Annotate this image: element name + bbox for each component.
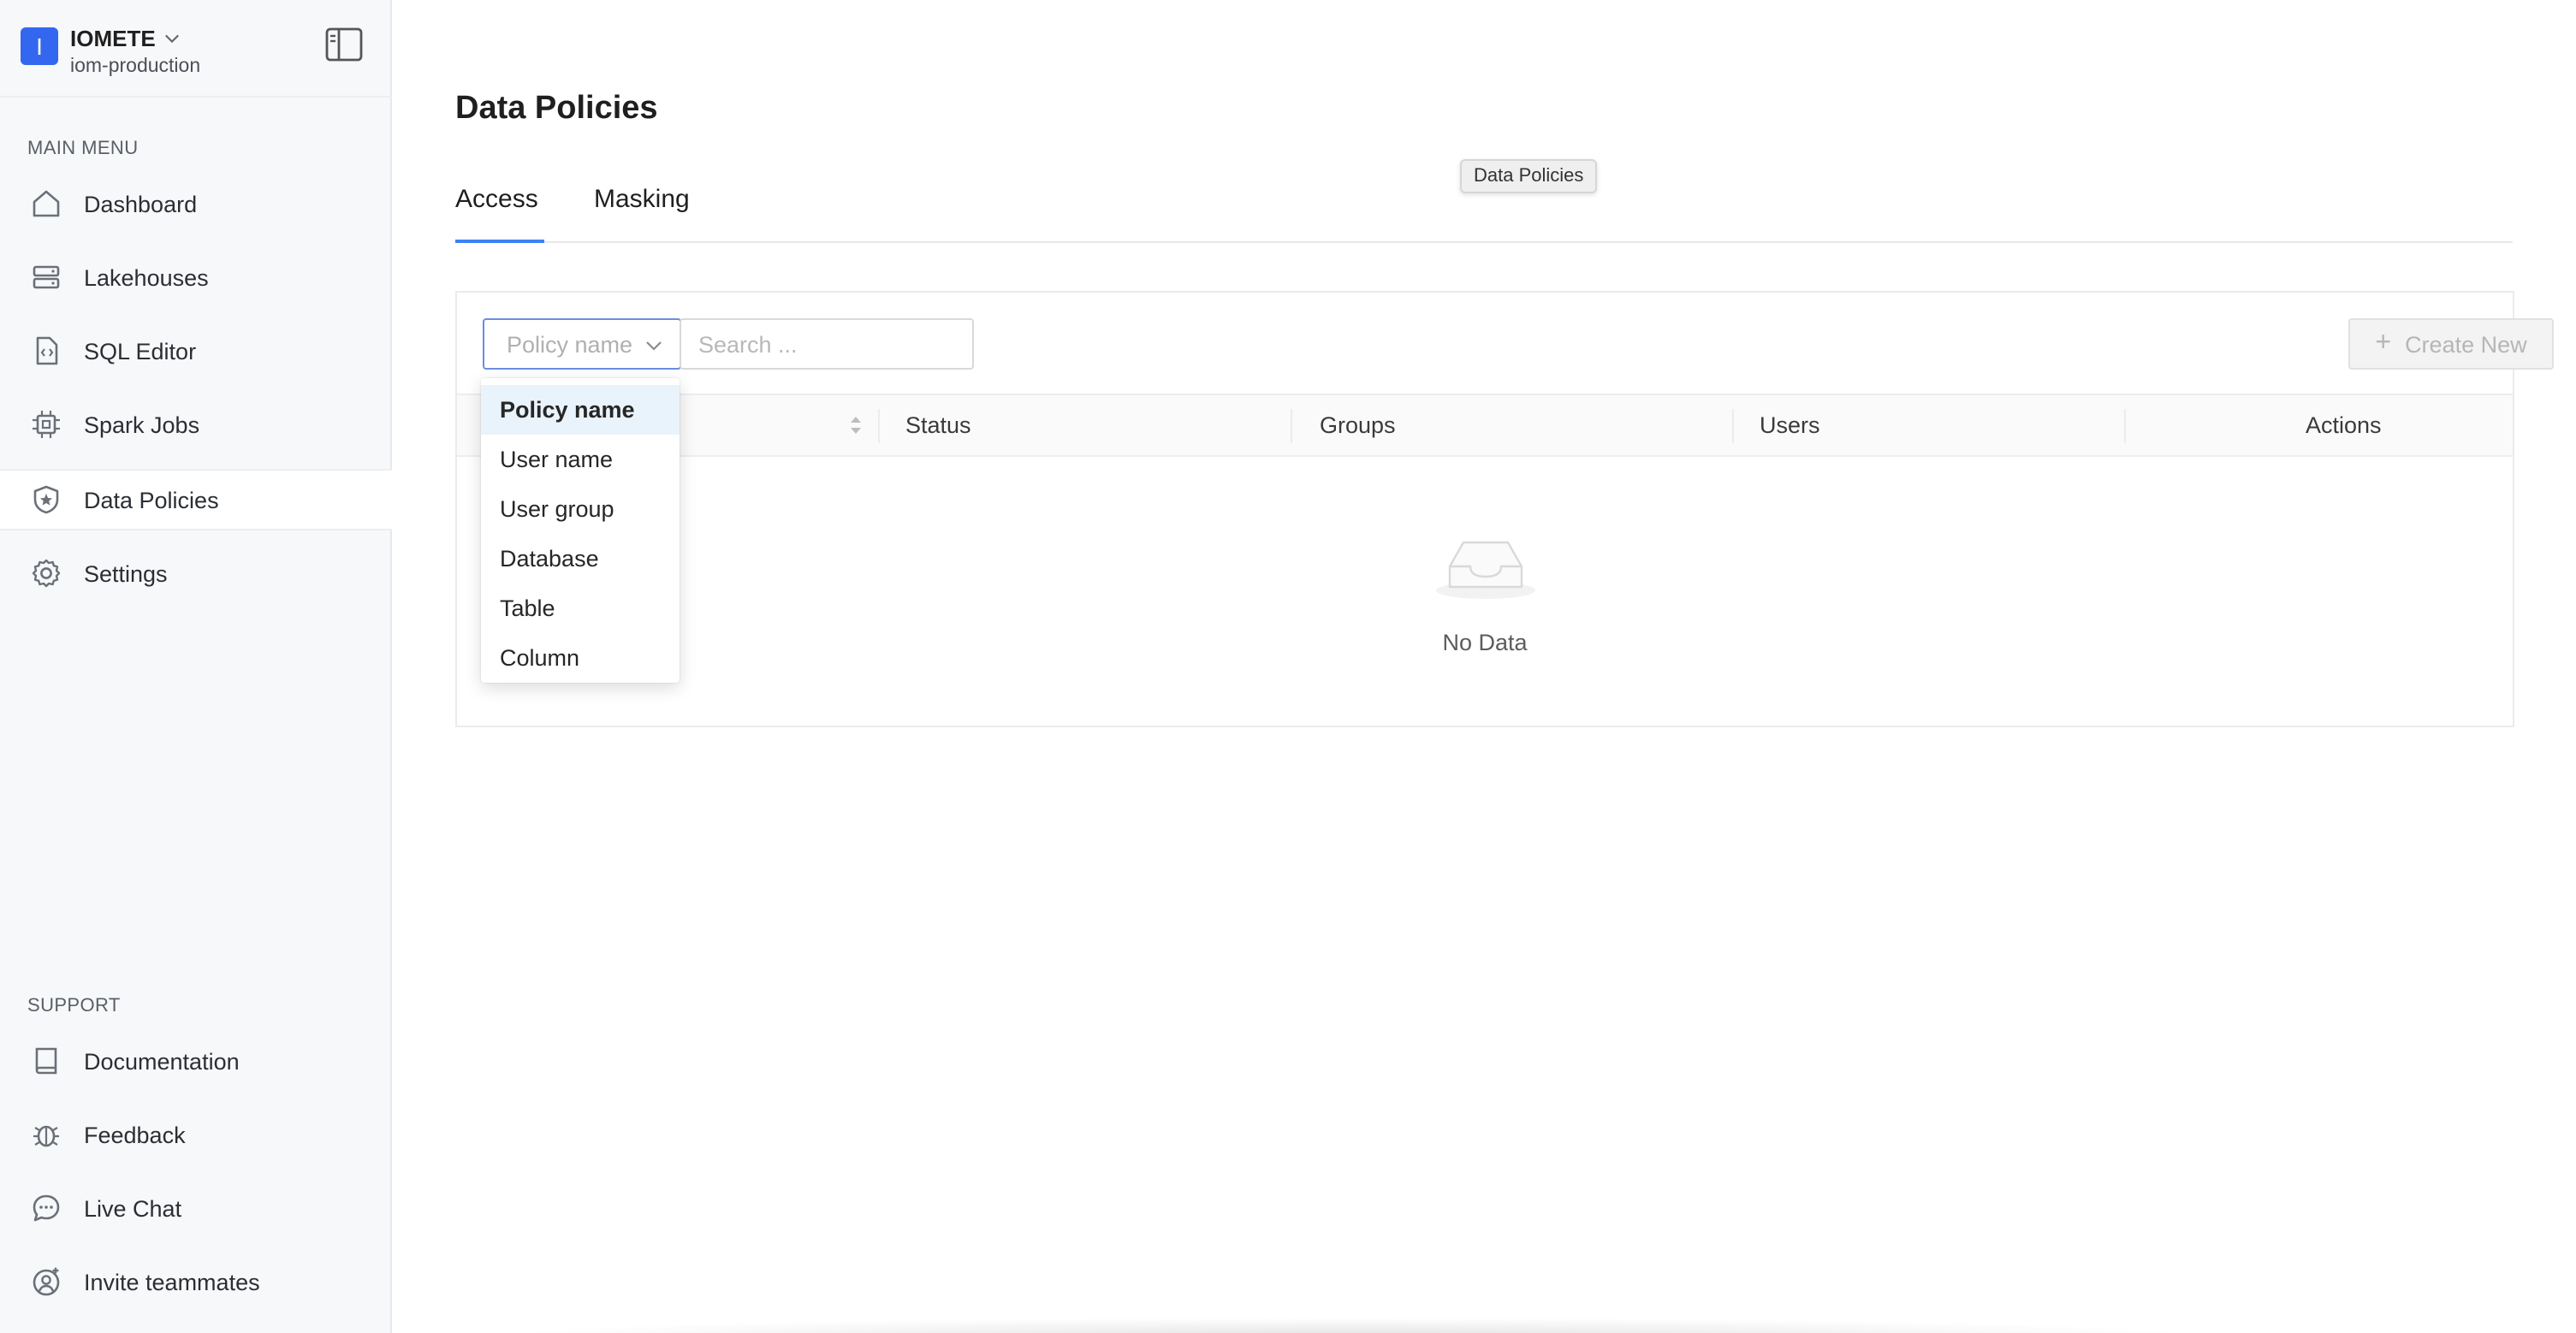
org-switcher[interactable]: I IOMETE iom-production bbox=[21, 26, 200, 77]
sidebar-item-spark-jobs[interactable]: Spark Jobs bbox=[0, 394, 392, 455]
chevron-down-icon bbox=[646, 341, 662, 351]
sidebar-item-label: Invite teammates bbox=[84, 1269, 260, 1294]
sidebar-item-settings[interactable]: Settings bbox=[0, 542, 392, 604]
filter-selected-value: Policy name bbox=[507, 331, 633, 357]
plus-icon: + bbox=[2375, 329, 2392, 358]
dropdown-option-column[interactable]: Column bbox=[481, 633, 680, 683]
sidebar-item-feedback[interactable]: Feedback bbox=[0, 1104, 392, 1165]
gear-icon bbox=[29, 556, 63, 590]
empty-state: No Data bbox=[457, 532, 2513, 655]
empty-state-text: No Data bbox=[1442, 630, 1528, 655]
create-new-label: Create New bbox=[2405, 331, 2527, 357]
sidebar-item-documentation[interactable]: Documentation bbox=[0, 1030, 392, 1092]
sort-icon[interactable] bbox=[849, 414, 863, 436]
code-file-icon bbox=[29, 334, 63, 368]
column-header-actions: Actions bbox=[2306, 412, 2382, 438]
policies-panel: Policy name + Create New Status Groups bbox=[455, 291, 2554, 727]
book-icon bbox=[29, 1044, 63, 1078]
home-icon bbox=[29, 187, 63, 221]
sidebar-item-label: Data Policies bbox=[84, 487, 219, 512]
main-content: Data Policies Data Policies Access Maski… bbox=[392, 0, 2576, 1333]
org-name: IOMETE bbox=[70, 26, 156, 51]
sidebar-item-label: Live Chat bbox=[84, 1195, 182, 1221]
page-title: Data Policies bbox=[455, 91, 658, 127]
org-environment: iom-production bbox=[70, 56, 201, 77]
dropdown-option-policy-name[interactable]: Policy name bbox=[481, 385, 680, 435]
create-new-button[interactable]: + Create New bbox=[2348, 318, 2554, 370]
sidebar-divider bbox=[0, 96, 392, 98]
column-separator bbox=[1291, 409, 1292, 443]
column-header-groups[interactable]: Groups bbox=[1320, 412, 1396, 438]
tab-access[interactable]: Access bbox=[455, 185, 538, 214]
sidebar: I IOMETE iom-production MAIN MENU Dashbo… bbox=[0, 0, 392, 1333]
sidebar-item-dashboard[interactable]: Dashboard bbox=[0, 173, 392, 234]
sidebar-item-invite-teammates[interactable]: Invite teammates bbox=[0, 1251, 392, 1312]
column-header-status[interactable]: Status bbox=[905, 412, 971, 438]
search-input[interactable] bbox=[680, 318, 974, 370]
sidebar-item-label: Lakehouses bbox=[84, 264, 209, 290]
sidebar-item-label: Spark Jobs bbox=[84, 412, 200, 437]
tab-bar: Access Masking bbox=[455, 171, 2513, 243]
filter-field-select[interactable]: Policy name bbox=[483, 318, 681, 370]
column-header-users[interactable]: Users bbox=[1760, 412, 1820, 438]
sidebar-item-sql-editor[interactable]: SQL Editor bbox=[0, 320, 392, 382]
shield-star-icon bbox=[29, 483, 63, 517]
empty-inbox-icon bbox=[1435, 541, 1534, 599]
chevron-down-icon bbox=[164, 34, 179, 44]
org-logo: I bbox=[21, 27, 58, 65]
sidebar-item-lakehouses[interactable]: Lakehouses bbox=[0, 246, 392, 308]
chip-icon bbox=[29, 407, 63, 441]
column-separator bbox=[1732, 409, 1734, 443]
bottom-shadow bbox=[495, 1318, 2206, 1333]
sidebar-item-label: Documentation bbox=[84, 1048, 240, 1074]
sidebar-item-label: Dashboard bbox=[84, 191, 198, 216]
dropdown-option-database[interactable]: Database bbox=[481, 534, 680, 584]
column-separator bbox=[878, 409, 880, 443]
active-tab-indicator bbox=[455, 240, 544, 243]
main-menu-label: MAIN MENU bbox=[27, 139, 139, 159]
sidebar-toggle-icon[interactable] bbox=[325, 27, 363, 62]
dropdown-option-user-name[interactable]: User name bbox=[481, 435, 680, 484]
sidebar-item-label: Feedback bbox=[84, 1122, 186, 1147]
bug-icon bbox=[29, 1117, 63, 1152]
dropdown-option-table[interactable]: Table bbox=[481, 584, 680, 633]
tab-masking[interactable]: Masking bbox=[594, 185, 690, 214]
filter-dropdown-menu: Policy name User name User group Databas… bbox=[481, 378, 680, 683]
server-icon bbox=[29, 260, 63, 294]
table-header: Status Groups Users Actions bbox=[457, 394, 2513, 457]
sidebar-item-label: Settings bbox=[84, 560, 168, 586]
support-label: SUPPORT bbox=[27, 996, 121, 1016]
chat-icon bbox=[29, 1191, 63, 1225]
sidebar-item-data-policies[interactable]: Data Policies bbox=[0, 469, 392, 530]
user-add-icon bbox=[29, 1265, 63, 1299]
dropdown-option-user-group[interactable]: User group bbox=[481, 484, 680, 534]
column-separator bbox=[2124, 409, 2126, 443]
sidebar-item-live-chat[interactable]: Live Chat bbox=[0, 1177, 392, 1239]
sidebar-item-label: SQL Editor bbox=[84, 338, 197, 364]
